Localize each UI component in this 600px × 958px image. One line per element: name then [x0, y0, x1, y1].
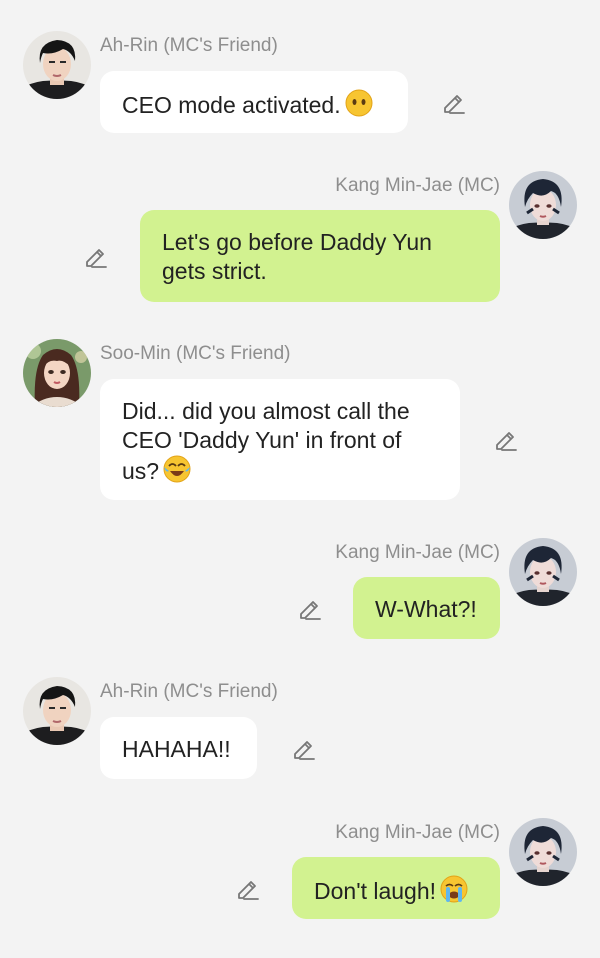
avatar[interactable] [23, 677, 91, 745]
message-bubble: Did... did you almost call the CEO 'Dadd… [100, 379, 460, 500]
sender-name: Ah-Rin (MC's Friend) [100, 681, 278, 702]
message-text: Let's go before Daddy Yun gets strict. [162, 229, 432, 284]
sender-name: Kang Min-Jae (MC) [335, 822, 500, 843]
loudly-crying-face-icon [440, 875, 468, 910]
message-bubble: HAHAHA!! [100, 717, 257, 779]
message-bubble: Let's go before Daddy Yun gets strict. [140, 210, 500, 302]
message-text: Don't laugh! [314, 878, 437, 904]
message-text: W-What?! [375, 596, 477, 622]
avatar[interactable] [23, 31, 91, 99]
message-bubble: CEO mode activated. [100, 71, 408, 133]
edit-icon[interactable] [234, 875, 260, 901]
no-mouth-face-icon [345, 89, 373, 124]
sender-name: Kang Min-Jae (MC) [335, 175, 500, 196]
message-text: CEO mode activated. [122, 92, 341, 118]
edit-icon[interactable] [296, 595, 322, 621]
edit-icon[interactable] [492, 426, 518, 452]
sender-name: Soo-Min (MC's Friend) [100, 343, 291, 364]
message-text: HAHAHA!! [122, 736, 231, 762]
edit-icon[interactable] [440, 89, 466, 115]
edit-icon[interactable] [82, 243, 108, 269]
sender-name: Ah-Rin (MC's Friend) [100, 35, 278, 56]
avatar[interactable] [509, 171, 577, 239]
tears-of-joy-face-icon [163, 455, 191, 490]
message-bubble: Don't laugh! [292, 857, 500, 919]
avatar[interactable] [509, 818, 577, 886]
sender-name: Kang Min-Jae (MC) [335, 542, 500, 563]
message-bubble: W-What?! [353, 577, 500, 639]
avatar[interactable] [23, 339, 91, 407]
edit-icon[interactable] [290, 735, 316, 761]
avatar[interactable] [509, 538, 577, 606]
